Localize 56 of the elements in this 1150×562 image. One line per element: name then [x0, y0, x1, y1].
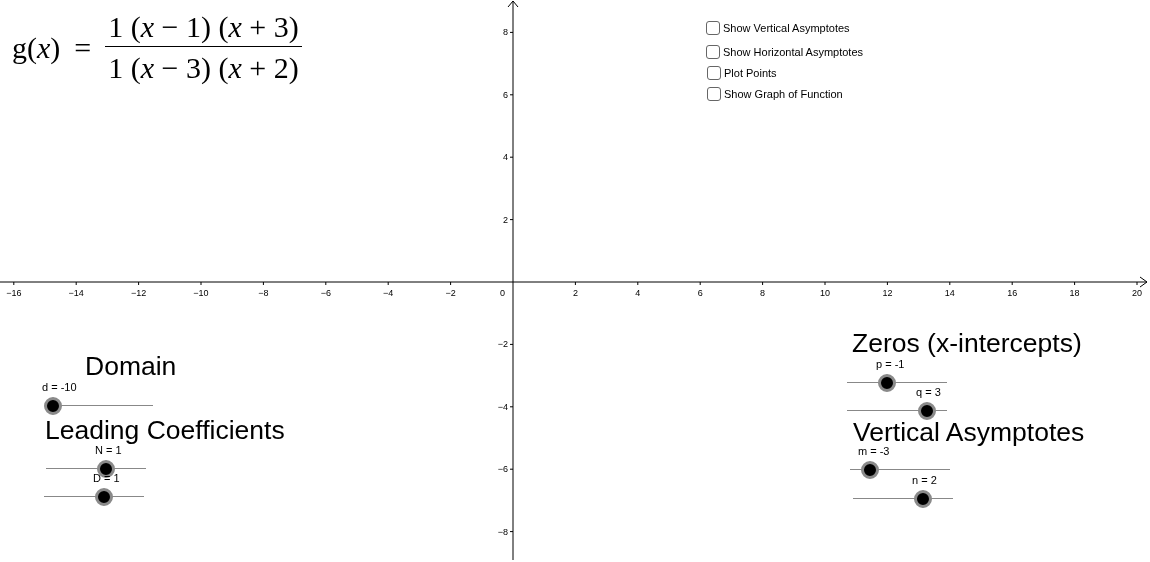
tick-label: −6	[320, 288, 331, 298]
tick-label: 2	[503, 214, 508, 225]
checkbox-label[interactable]: Show Horizontal Asymptotes	[723, 44, 863, 61]
denominator: 1 (x − 3) (x + 2)	[107, 50, 300, 83]
tick-label: 8	[503, 27, 508, 38]
tick-label: 8	[760, 288, 766, 298]
checkbox-label[interactable]: Show Graph of Function	[724, 86, 843, 103]
section-heading: Leading Coefficients	[45, 417, 285, 444]
slider-label: N = 1	[95, 445, 122, 456]
section-heading: Domain	[85, 353, 177, 380]
tick-label: −14	[68, 288, 84, 298]
tick-label: 4	[503, 152, 508, 163]
slider-label: D = 1	[93, 473, 120, 484]
checkbox[interactable]	[706, 45, 720, 60]
tick-label: 6	[503, 89, 508, 100]
equals-sign: =	[74, 32, 92, 63]
tick-label: −8	[497, 526, 508, 537]
checkbox[interactable]	[707, 66, 721, 81]
numerator: 1 (x − 1) (x + 3)	[105, 12, 302, 47]
slider-thumb[interactable]	[95, 488, 113, 506]
tick-label: 20	[1132, 288, 1142, 298]
checkbox[interactable]	[707, 87, 721, 102]
slider-label: q = 3	[916, 387, 941, 398]
tick-label: −2	[497, 339, 508, 350]
tick-label: 16	[1007, 288, 1018, 298]
tick-label: 2	[572, 288, 578, 298]
tick-label: 12	[882, 288, 893, 298]
checkbox-label[interactable]: Plot Points	[724, 65, 777, 82]
section-heading: Zeros (x-intercepts)	[852, 330, 1082, 357]
slider-thumb[interactable]	[44, 397, 62, 415]
slider-label: m = -3	[858, 446, 890, 457]
tick-label: −12	[130, 288, 147, 298]
function-name: g(x)	[12, 32, 61, 63]
slider-label: d = -10	[42, 382, 77, 393]
tick-label: 6	[697, 288, 703, 298]
slider-label: p = -1	[876, 359, 905, 370]
slider-thumb[interactable]	[878, 374, 896, 392]
tick-label: 14	[944, 288, 955, 298]
checkbox-label[interactable]: Show Vertical Asymptotes	[723, 20, 850, 37]
tick-label: 0	[500, 288, 505, 298]
tick-label: 10	[820, 288, 830, 298]
checkbox[interactable]	[706, 21, 720, 36]
tick-label: 18	[1069, 288, 1080, 298]
section-heading: Vertical Asymptotes	[853, 419, 1085, 446]
tick-label: −10	[193, 288, 209, 298]
tick-label: −6	[497, 464, 508, 475]
tick-label: −4	[497, 401, 508, 412]
slider-label: n = 2	[912, 475, 937, 486]
tick-label: −16	[6, 288, 22, 298]
slider-thumb[interactable]	[918, 402, 936, 420]
tick-label: 4	[635, 288, 641, 298]
tick-label: −2	[445, 288, 456, 298]
tick-label: −4	[383, 288, 394, 298]
slider-thumb[interactable]	[914, 490, 932, 508]
tick-label: −8	[258, 288, 269, 298]
slider-thumb[interactable]	[861, 461, 879, 479]
